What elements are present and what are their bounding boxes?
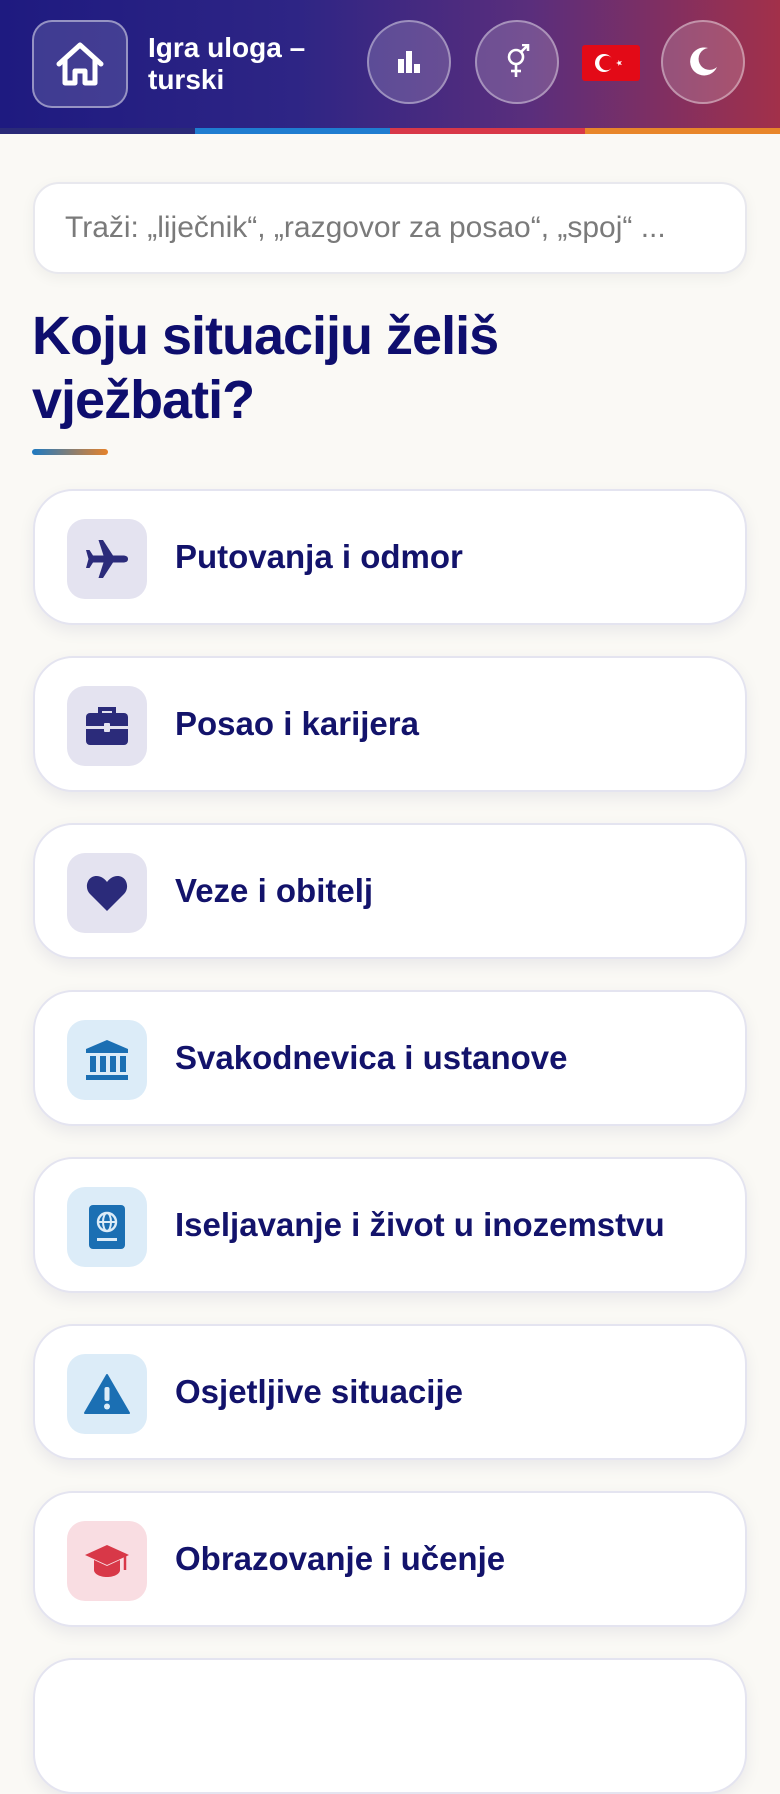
stats-button[interactable] — [367, 20, 451, 104]
category-label: Posao i karijera — [175, 705, 419, 742]
gender-icon — [507, 44, 530, 77]
stripe-segment — [0, 128, 195, 134]
category-label: Obrazovanje i učenje — [175, 1540, 506, 1577]
stripe-segment — [390, 128, 585, 134]
home-icon — [56, 42, 104, 86]
category-icon-box — [67, 853, 147, 933]
category-icon-box — [67, 1354, 147, 1434]
gender-button[interactable] — [475, 20, 559, 104]
turkey-flag-icon — [582, 45, 640, 81]
moon-icon — [690, 47, 717, 76]
category-label: Iseljavanje i život u inozemstvu — [175, 1206, 665, 1243]
category-card-emigration[interactable]: Iseljavanje i život u inozemstvu — [33, 1157, 747, 1293]
briefcase-icon — [86, 707, 128, 745]
category-icon-box — [67, 1187, 147, 1267]
category-card-education[interactable]: Obrazovanje i učenje — [33, 1491, 747, 1627]
category-card-everyday[interactable]: Svakodnevica i ustanove — [33, 990, 747, 1126]
category-icon-box — [67, 519, 147, 599]
dark-mode-button[interactable] — [661, 20, 745, 104]
category-label: Osjetljive situacije — [175, 1373, 463, 1410]
bank-icon — [86, 1040, 128, 1080]
warning-icon — [84, 1374, 130, 1414]
graduation-cap-icon — [85, 1545, 129, 1577]
category-card-travel[interactable]: Putovanja i odmor — [33, 489, 747, 625]
passport-icon — [89, 1205, 125, 1249]
stripe-segment — [585, 128, 780, 134]
stripe-segment — [195, 128, 390, 134]
heart-icon — [86, 876, 128, 911]
search-input[interactable] — [33, 182, 747, 274]
language-flag-button[interactable] — [582, 43, 640, 83]
airplane-icon — [86, 540, 128, 578]
app-header: Igra uloga – turski — [0, 0, 780, 128]
category-card-work[interactable]: Posao i karijera — [33, 656, 747, 792]
home-button[interactable] — [32, 20, 128, 108]
category-label: Svakodnevica i ustanove — [175, 1039, 568, 1076]
category-icon-box — [67, 686, 147, 766]
app-title: Igra uloga – turski — [148, 32, 306, 95]
stats-icon — [398, 51, 420, 73]
header-stripe — [0, 128, 780, 134]
category-icon-box — [67, 1521, 147, 1601]
category-card-partial[interactable] — [33, 1658, 747, 1794]
page-title: Koju situaciju želiš vježbati? — [32, 306, 499, 430]
title-underline — [32, 449, 108, 455]
category-icon-box — [67, 1020, 147, 1100]
category-card-sensitive[interactable]: Osjetljive situacije — [33, 1324, 747, 1460]
category-card-relationships[interactable]: Veze i obitelj — [33, 823, 747, 959]
category-label: Putovanja i odmor — [175, 538, 463, 575]
category-label: Veze i obitelj — [175, 872, 374, 909]
